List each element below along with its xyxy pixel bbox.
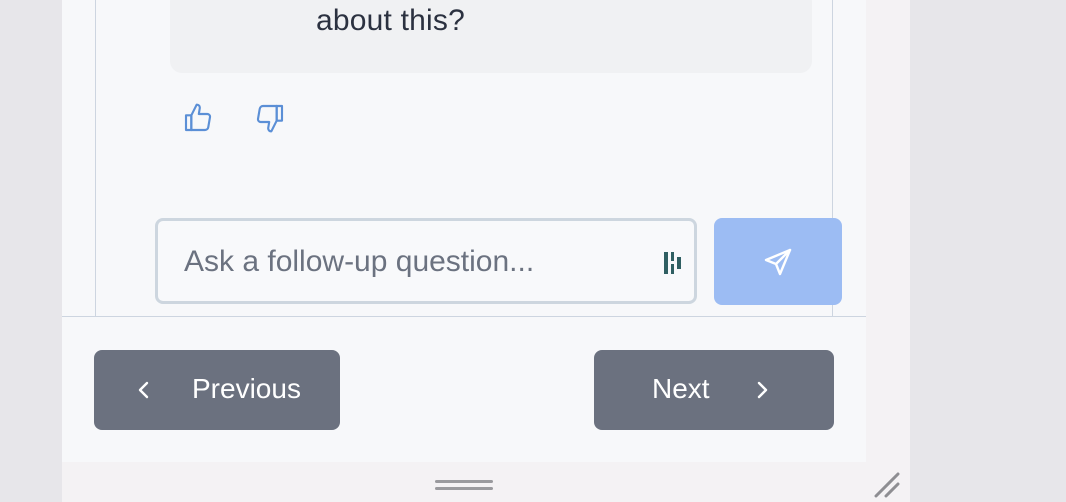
chevron-right-icon [757,381,768,399]
followup-input-box[interactable] [155,218,697,304]
thumbs-down-button[interactable] [252,100,288,136]
next-button-label: Next [652,373,710,404]
chat-container: about this? [95,0,842,316]
previous-button[interactable]: Previous [94,350,340,430]
assistant-message-bubble: about this? [170,0,812,73]
popup-window: about this? Ask a follow-up question... … [62,0,910,502]
thumbs-down-icon [256,104,284,133]
chevron-left-icon [138,381,149,399]
paper-plane-icon [764,248,792,275]
grammar-assistant-icon[interactable] [662,250,686,276]
resize-grip-icon[interactable] [872,470,902,500]
thumbs-up-icon [184,103,212,132]
tutor-panel: about this? Ask a follow-up question... … [62,0,866,462]
thumbs-up-button[interactable] [180,100,216,136]
followup-question-input[interactable] [182,221,646,303]
next-button[interactable]: Next [594,350,834,430]
send-button[interactable] [714,218,842,305]
assistant-message-text: about this? [316,4,465,37]
previous-button-label: Previous [192,373,301,404]
page: about this? Ask a follow-up question... … [0,0,1066,502]
footer-divider [62,316,866,317]
drag-handle[interactable] [435,478,493,492]
